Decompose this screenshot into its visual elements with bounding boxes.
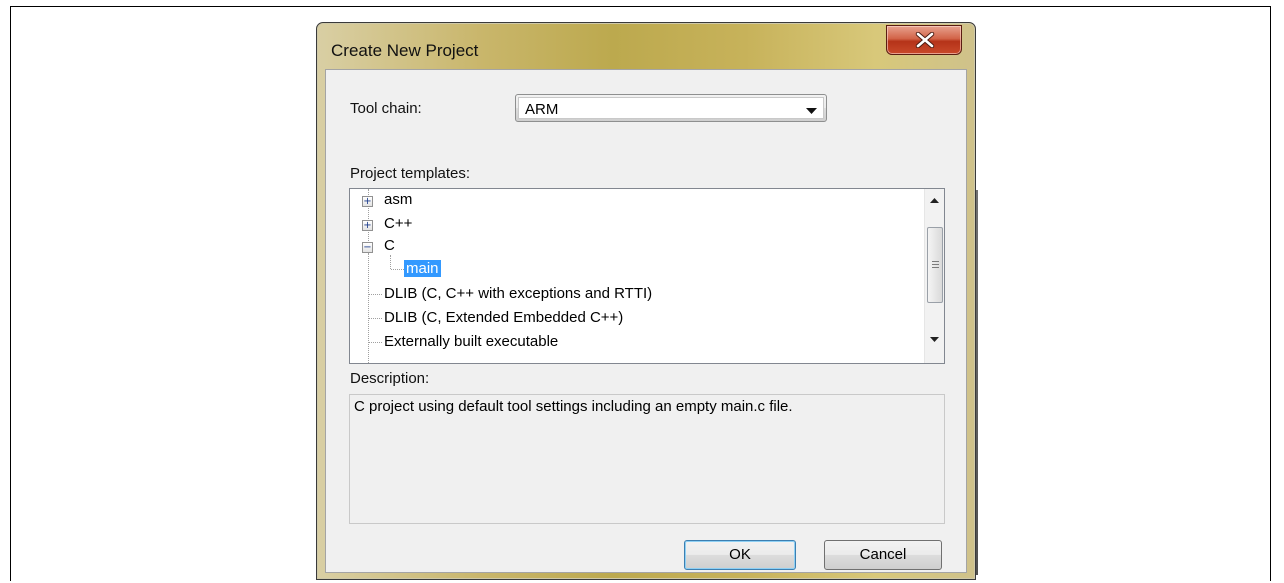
- toolchain-select[interactable]: ARM: [515, 94, 827, 122]
- expand-icon[interactable]: +: [362, 220, 373, 231]
- tree-item-label: Externally built executable: [384, 333, 559, 350]
- tree-item-label: asm: [384, 191, 413, 208]
- toolchain-label: Tool chain:: [350, 100, 422, 117]
- chevron-down-icon: [806, 108, 817, 114]
- tree-item-label: DLIB (C, Extended Embedded C++): [384, 309, 624, 326]
- scroll-up-icon[interactable]: [930, 198, 939, 203]
- tree-connector: [368, 318, 382, 319]
- close-button[interactable]: [886, 25, 962, 55]
- expand-icon[interactable]: +: [362, 196, 373, 207]
- tree-item-dlib-extended[interactable]: DLIB (C, Extended Embedded C++): [384, 309, 623, 329]
- tree-item-label: main: [404, 260, 441, 277]
- tree-connector: [391, 269, 404, 270]
- tree-connector: [390, 255, 391, 269]
- description-text: C project using default tool settings in…: [354, 398, 793, 415]
- tree-item-label: C: [384, 237, 395, 254]
- cancel-button[interactable]: Cancel: [824, 540, 942, 570]
- tree-item-label: DLIB (C, C++ with exceptions and RTTI): [384, 285, 653, 302]
- dialog-body: Tool chain: ARM Project templates: + asm: [325, 69, 967, 573]
- tree-item-c[interactable]: − C: [362, 237, 562, 257]
- tree-connector: [368, 253, 369, 363]
- tree-item-label: C++: [384, 215, 413, 232]
- create-new-project-dialog: Create New Project Tool chain: ARM Proje…: [316, 22, 976, 580]
- tree-item-externally-built[interactable]: Externally built executable: [384, 333, 558, 353]
- description-label: Description:: [350, 370, 430, 387]
- scroll-down-icon[interactable]: [930, 337, 939, 342]
- tree-connector: [368, 342, 382, 343]
- tree-item-dlib-cpp-exceptions[interactable]: DLIB (C, C++ with exceptions and RTTI): [384, 285, 652, 305]
- description-box: C project using default tool settings in…: [349, 394, 945, 524]
- toolchain-value: ARM: [525, 101, 559, 118]
- dialog-title: Create New Project: [331, 41, 479, 60]
- tree-connector: [368, 294, 382, 295]
- project-templates-tree[interactable]: + asm + C++ − C main DLIB (C, C++ with e…: [349, 188, 945, 364]
- project-templates-label: Project templates:: [350, 165, 471, 182]
- tree-scrollbar[interactable]: [924, 189, 944, 363]
- tree-item-main[interactable]: main: [404, 260, 441, 280]
- scrollbar-thumb[interactable]: [927, 227, 943, 303]
- ok-button[interactable]: OK: [684, 540, 796, 570]
- tree-item-cpp[interactable]: + C++: [362, 215, 562, 235]
- tree-item-asm[interactable]: + asm: [362, 191, 562, 211]
- collapse-icon[interactable]: −: [362, 242, 373, 253]
- close-icon: [915, 32, 935, 48]
